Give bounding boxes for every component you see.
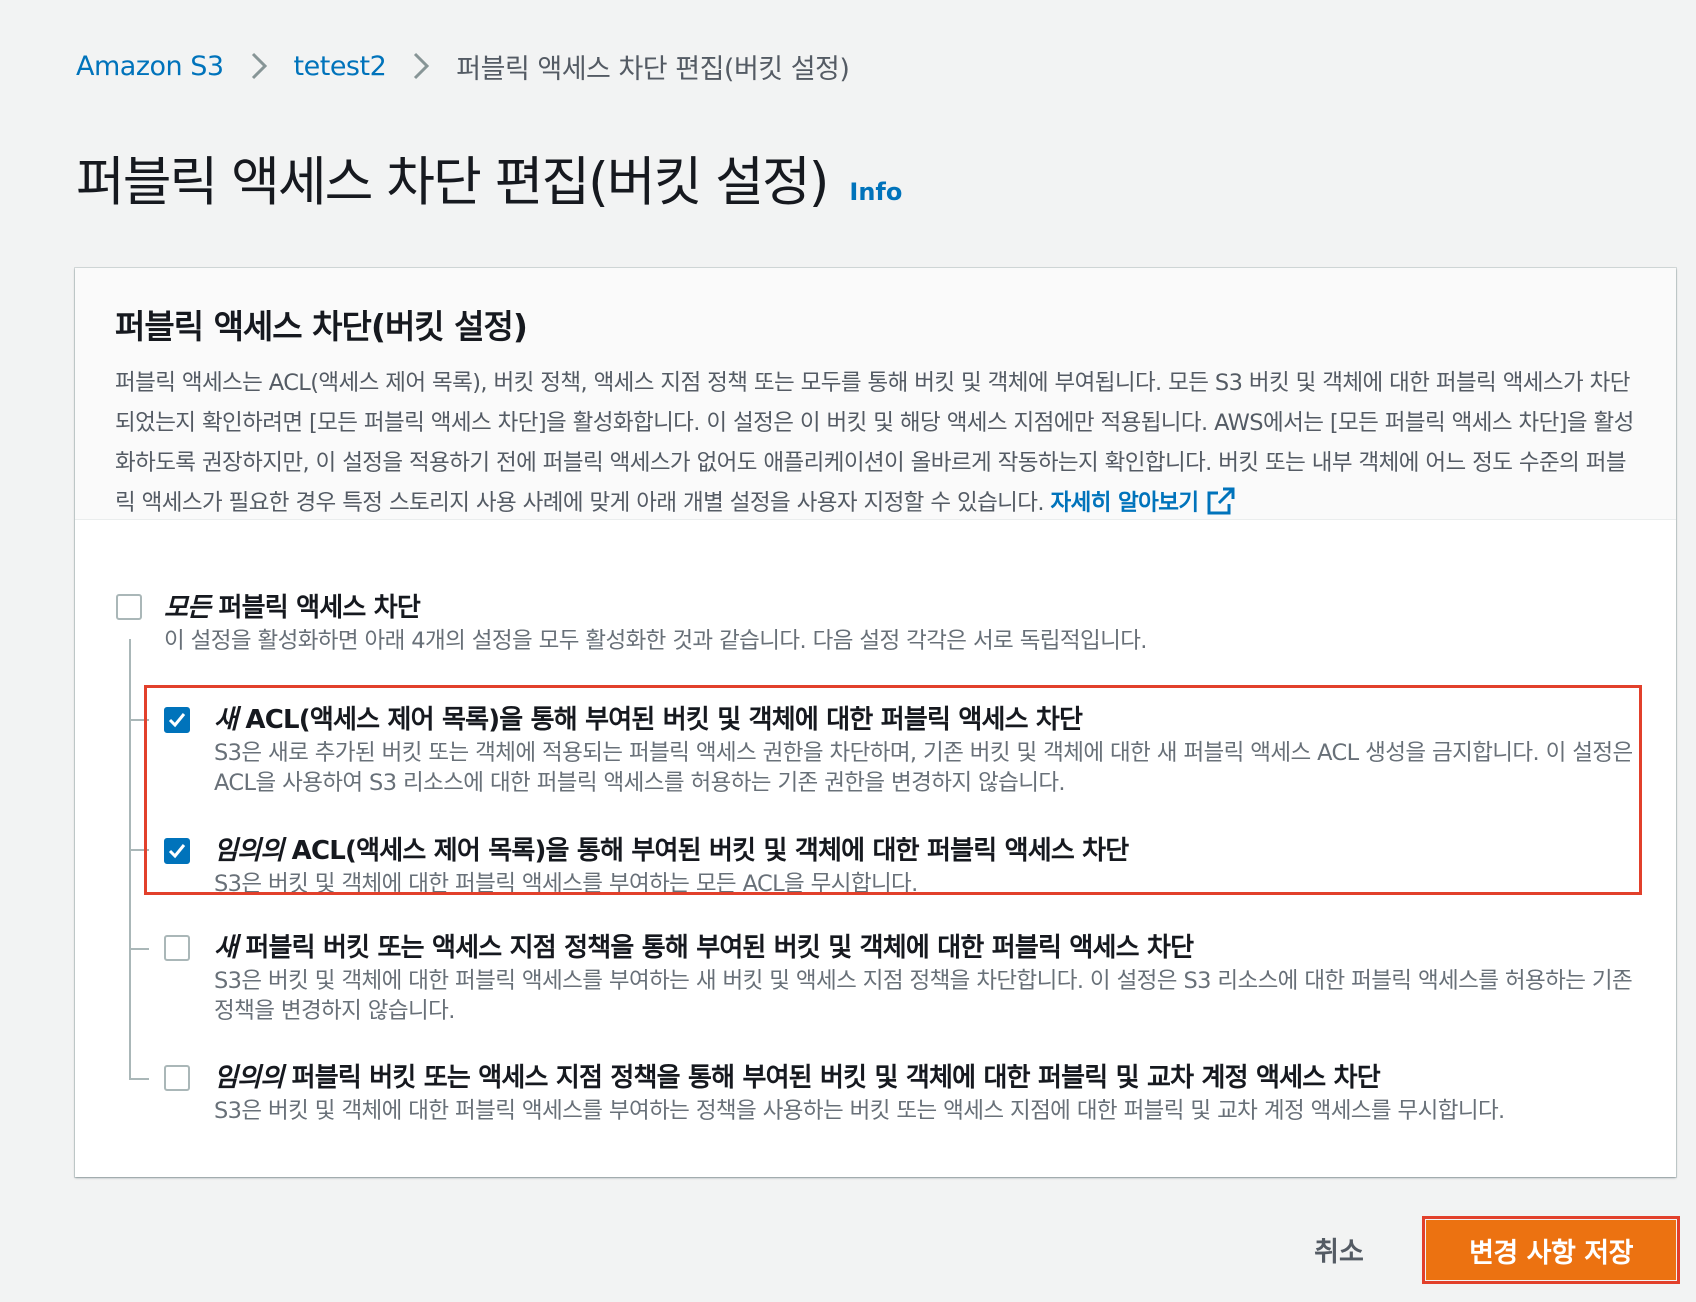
- checkbox-block-any-acls[interactable]: [164, 838, 190, 864]
- learn-more-label: 자세히 알아보기: [1050, 490, 1200, 516]
- checkbox-block-any-policies[interactable]: [164, 1065, 190, 1091]
- chevron-right-icon: [224, 46, 294, 86]
- checkbox-block-new-policies[interactable]: [164, 935, 190, 961]
- checkbox-block-all[interactable]: [116, 594, 142, 620]
- option-label: 임의의 ACL(액세스 제어 목록)을 통해 부여된 버킷 및 객체에 대한 퍼…: [214, 833, 1130, 869]
- option-label: 새 ACL(액세스 제어 목록)을 통해 부여된 버킷 및 객체에 대한 퍼블릭…: [214, 702, 1634, 738]
- option-label: 새 퍼블릭 버킷 또는 액세스 지점 정책을 통해 부여된 버킷 및 객체에 대…: [214, 930, 1634, 966]
- option-description: S3은 새로 추가된 버킷 또는 객체에 적용되는 퍼블릭 액세스 권한을 차단…: [214, 740, 1633, 796]
- panel-header: 퍼블릭 액세스 차단(버킷 설정) 퍼블릭 액세스는 ACL(액세스 제어 목록…: [75, 268, 1676, 520]
- option-emphasis: 임의의: [214, 1063, 284, 1093]
- option-label-text: 퍼블릭 액세스 차단: [218, 593, 421, 623]
- breadcrumb-bucket[interactable]: tetest2: [294, 51, 387, 82]
- page-header: 퍼블릭 액세스 차단 편집(버킷 설정) Info: [76, 140, 902, 216]
- option-label: 임의의 퍼블릭 버킷 또는 액세스 지점 정책을 통해 부여된 버킷 및 객체에…: [214, 1060, 1505, 1096]
- option-block-any-acls[interactable]: 임의의 ACL(액세스 제어 목록)을 통해 부여된 버킷 및 객체에 대한 퍼…: [164, 833, 1634, 895]
- breadcrumb: Amazon S3 tetest2 퍼블릭 액세스 차단 편집(버킷 설정): [76, 46, 850, 86]
- option-emphasis: 모든: [164, 593, 211, 623]
- option-description: S3은 버킷 및 객체에 대한 퍼블릭 액세스를 부여하는 모든 ACL을 무시…: [214, 871, 918, 895]
- option-label-text: 퍼블릭 버킷 또는 액세스 지점 정책을 통해 부여된 버킷 및 객체에 대한 …: [291, 1063, 1381, 1093]
- chevron-right-icon: [386, 46, 456, 86]
- check-icon: [168, 844, 186, 859]
- option-label-text: ACL(액세스 제어 목록)을 통해 부여된 버킷 및 객체에 대한 퍼블릭 액…: [291, 836, 1130, 866]
- option-emphasis: 임의의: [214, 836, 284, 866]
- cancel-button[interactable]: 취소: [1294, 1226, 1384, 1272]
- breadcrumb-amazon-s3[interactable]: Amazon S3: [76, 51, 224, 82]
- panel-description-text: 퍼블릭 액세스는 ACL(액세스 제어 목록), 버킷 정책, 액세스 지점 정…: [115, 370, 1634, 516]
- option-description: 이 설정을 활성화하면 아래 4개의 설정을 모두 활성화한 것과 같습니다. …: [164, 628, 1147, 654]
- panel-description: 퍼블릭 액세스는 ACL(액세스 제어 목록), 버킷 정책, 액세스 지점 정…: [115, 363, 1635, 523]
- tree-line-branch: [129, 948, 149, 950]
- option-emphasis: 새: [214, 933, 238, 963]
- external-link-icon: [1206, 486, 1236, 516]
- checkbox-block-new-acls[interactable]: [164, 707, 190, 733]
- highlight-box: 새 ACL(액세스 제어 목록)을 통해 부여된 버킷 및 객체에 대한 퍼블릭…: [144, 685, 1642, 895]
- breadcrumb-current: 퍼블릭 액세스 차단 편집(버킷 설정): [456, 53, 850, 85]
- option-description: S3은 버킷 및 객체에 대한 퍼블릭 액세스를 부여하는 정책을 사용하는 버…: [214, 1098, 1505, 1124]
- tree-line-vertical: [129, 639, 131, 1080]
- tree-line-branch: [129, 1078, 149, 1080]
- check-icon: [168, 713, 186, 728]
- panel-title: 퍼블릭 액세스 차단(버킷 설정): [115, 307, 528, 346]
- option-description: S3은 버킷 및 객체에 대한 퍼블릭 액세스를 부여하는 새 버킷 및 액세스…: [214, 968, 1633, 1024]
- option-label-text: ACL(액세스 제어 목록)을 통해 부여된 버킷 및 객체에 대한 퍼블릭 액…: [245, 705, 1083, 735]
- save-changes-button[interactable]: 변경 사항 저장: [1422, 1216, 1680, 1284]
- option-emphasis: 새: [214, 705, 238, 735]
- option-block-new-acls[interactable]: 새 ACL(액세스 제어 목록)을 통해 부여된 버킷 및 객체에 대한 퍼블릭…: [164, 702, 1634, 798]
- learn-more-link[interactable]: 자세히 알아보기: [1050, 487, 1237, 516]
- option-block-all[interactable]: 모든 퍼블릭 액세스 차단 이 설정을 활성화하면 아래 4개의 설정을 모두 …: [116, 590, 1636, 656]
- option-label: 모든 퍼블릭 액세스 차단: [164, 590, 1147, 626]
- option-block-new-policies[interactable]: 새 퍼블릭 버킷 또는 액세스 지점 정책을 통해 부여된 버킷 및 객체에 대…: [164, 930, 1634, 1026]
- info-link[interactable]: Info: [849, 178, 902, 206]
- option-block-any-policies[interactable]: 임의의 퍼블릭 버킷 또는 액세스 지점 정책을 통해 부여된 버킷 및 객체에…: [164, 1060, 1634, 1126]
- page-title: 퍼블릭 액세스 차단 편집(버킷 설정): [76, 152, 829, 213]
- option-label-text: 퍼블릭 버킷 또는 액세스 지점 정책을 통해 부여된 버킷 및 객체에 대한 …: [245, 933, 1194, 963]
